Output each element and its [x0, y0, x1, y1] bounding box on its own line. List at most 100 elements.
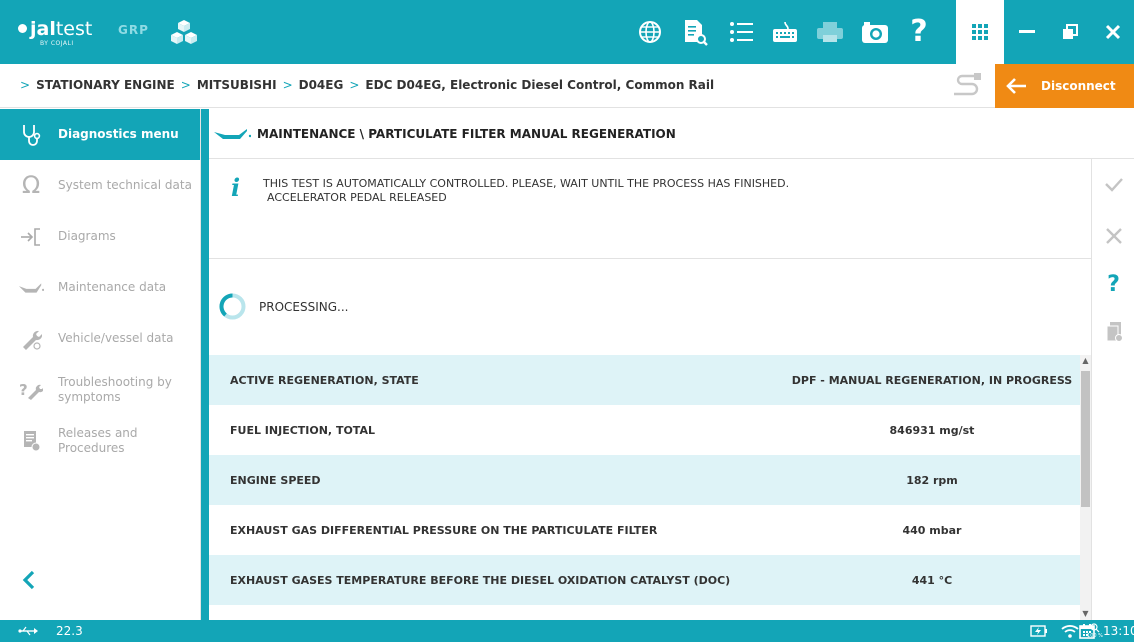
clock-time: 13:10 — [1103, 624, 1134, 638]
logo-by-text: BY COJALI — [40, 40, 74, 47]
stethoscope-icon — [18, 122, 44, 148]
camera-icon[interactable] — [858, 14, 892, 50]
document-search-icon[interactable] — [678, 14, 712, 50]
info-text: THIS TEST IS AUTOMATICALLY CONTROLLED. P… — [263, 177, 789, 205]
sidebar-item-label: System technical data — [58, 178, 192, 192]
page-title: MAINTENANCE \ PARTICULATE FILTER MANUAL … — [257, 126, 676, 141]
accept-check-icon[interactable] — [1092, 164, 1134, 204]
top-toolbar: jal test BY COJALI GRP ? — [0, 0, 1134, 64]
table-scrollbar[interactable]: ▲ ▼ — [1080, 355, 1091, 620]
boxes-icon — [171, 20, 197, 44]
table-row: EXHAUST GAS DIFFERENTIAL PRESSURE ON THE… — [209, 505, 1080, 555]
cable-connection-icon — [954, 73, 981, 96]
parameter-name: ACTIVE REGENERATION, STATE — [230, 373, 419, 387]
breadcrumb-item-system[interactable]: EDC D04EG, Electronic Diesel Control, Co… — [365, 78, 714, 92]
battery-charging-icon — [1029, 623, 1049, 639]
table-row — [209, 605, 1080, 620]
keyboard-icon[interactable] — [768, 14, 802, 50]
svg-text:?: ? — [19, 381, 28, 399]
disconnect-button[interactable]: Disconnect — [995, 64, 1134, 108]
jaltest-logo: jal test BY COJALI — [18, 18, 93, 47]
processing-label: PROCESSING... — [259, 300, 349, 314]
restore-button[interactable] — [1049, 0, 1091, 64]
parameter-value: 440 mbar — [902, 523, 962, 537]
parameter-value: 182 rpm — [906, 473, 958, 487]
sidebar-item-label: Troubleshooting by symptoms — [58, 374, 172, 404]
main-accent-bar — [201, 109, 209, 620]
breadcrumb-separator: > — [282, 78, 293, 92]
breadcrumb: > STATIONARY ENGINE > MITSUBISHI > D04EG… — [18, 78, 714, 92]
arrow-left-icon — [995, 77, 1037, 95]
sidebar-item-label: Vehicle/vessel data — [58, 331, 174, 345]
sidebar-item-diagrams[interactable]: Diagrams — [0, 211, 200, 262]
breadcrumb-item-model[interactable]: D04EG — [299, 78, 344, 92]
printer-icon[interactable] — [813, 14, 847, 50]
globe-icon[interactable] — [633, 14, 667, 50]
sidebar-item-releases-procedures[interactable]: Releases and Procedures — [0, 415, 200, 466]
logo-brand-bold: jal — [30, 18, 56, 40]
table-row: FUEL INJECTION, TOTAL 846931 mg/st — [209, 405, 1080, 455]
sidebar-item-troubleshooting[interactable]: ? Troubleshooting by symptoms — [0, 364, 200, 415]
info-icon: i — [231, 173, 241, 202]
breadcrumb-separator: > — [349, 78, 360, 92]
breadcrumb-separator: > — [180, 78, 191, 92]
right-toolbar: ? — [1091, 159, 1134, 620]
parameter-name: ENGINE SPEED — [230, 473, 321, 487]
collapse-sidebar-chevron-icon[interactable] — [22, 570, 42, 596]
sidebar-item-maintenance-data[interactable]: Maintenance data — [0, 262, 200, 313]
breadcrumb-item-brand[interactable]: MITSUBISHI — [197, 78, 277, 92]
apps-grid-icon[interactable] — [956, 0, 1004, 64]
sidebar: Diagnostics menu Ω System technical data… — [0, 109, 201, 620]
parameters-table: ACTIVE REGENERATION, STATE DPF - MANUAL … — [209, 355, 1080, 620]
breadcrumb-separator: > — [20, 78, 31, 92]
sidebar-item-label: Diagnostics menu — [58, 127, 179, 141]
sidebar-item-system-technical-data[interactable]: Ω System technical data — [0, 160, 200, 211]
oil-can-icon — [214, 128, 251, 139]
diagram-icon — [18, 224, 44, 250]
table-row: EXHAUST GASES TEMPERATURE BEFORE THE DIE… — [209, 555, 1080, 605]
parameter-value: 846931 mg/st — [889, 423, 975, 437]
close-button[interactable] — [1092, 0, 1134, 64]
minimize-button[interactable] — [1006, 0, 1048, 64]
parameter-name: EXHAUST GAS DIFFERENTIAL PRESSURE ON THE… — [230, 523, 658, 537]
scroll-up-icon[interactable]: ▲ — [1080, 355, 1091, 367]
cancel-x-icon[interactable] — [1092, 216, 1134, 256]
help-icon[interactable]: ? — [902, 14, 936, 50]
sidebar-item-label: Diagrams — [58, 229, 116, 243]
logo-brand-light: test — [55, 18, 93, 40]
battery-voltage: 22.3 — [56, 624, 83, 638]
info-line-1: THIS TEST IS AUTOMATICALLY CONTROLLED. P… — [263, 177, 790, 190]
oil-can-icon — [18, 275, 44, 301]
documents-icon[interactable] — [1092, 312, 1134, 352]
page-title-bar: MAINTENANCE \ PARTICULATE FILTER MANUAL … — [209, 109, 1134, 159]
sidebar-item-diagnostics-menu[interactable]: Diagnostics menu — [0, 109, 200, 160]
sidebar-item-vehicle-vessel-data[interactable]: Vehicle/vessel data — [0, 313, 200, 364]
wifi-icon — [1060, 623, 1080, 639]
omega-icon: Ω — [21, 171, 41, 199]
info-line-2: ACCELERATOR PEDAL RELEASED — [267, 191, 447, 204]
list-icon[interactable] — [724, 14, 758, 50]
info-message: i THIS TEST IS AUTOMATICALLY CONTROLLED.… — [209, 159, 1091, 259]
table-row: ACTIVE REGENERATION, STATE DPF - MANUAL … — [209, 355, 1080, 405]
processing-status: PROCESSING... — [209, 259, 1091, 354]
disconnect-label: Disconnect — [1041, 79, 1116, 93]
parameter-name: EXHAUST GASES TEMPERATURE BEFORE THE DIE… — [230, 573, 731, 587]
parameter-value: DPF - MANUAL REGENERATION, IN PROGRESS — [791, 373, 1073, 387]
scrollbar-thumb[interactable] — [1081, 371, 1090, 507]
logo-dot — [18, 24, 27, 33]
sidebar-item-label: Maintenance data — [58, 280, 167, 294]
scroll-down-icon[interactable]: ▼ — [1080, 608, 1091, 620]
parameter-value: 441 °C — [911, 573, 953, 587]
spinner-icon — [219, 293, 246, 320]
usb-icon — [18, 626, 38, 636]
grp-label: GRP — [118, 23, 149, 37]
table-row: ENGINE SPEED 182 rpm — [209, 455, 1080, 505]
sidebar-item-label: Releases and Procedures — [58, 425, 138, 455]
breadcrumb-item-engine[interactable]: STATIONARY ENGINE — [36, 78, 175, 92]
parameter-name: FUEL INJECTION, TOTAL — [230, 423, 375, 437]
releases-icon — [18, 428, 44, 454]
help-question-icon[interactable]: ? — [1092, 264, 1134, 304]
calendar-glyph-icon — [1079, 624, 1095, 639]
wrench-icon — [18, 326, 44, 352]
status-bar: 22.3 100 % 13:10 — [0, 620, 1134, 642]
